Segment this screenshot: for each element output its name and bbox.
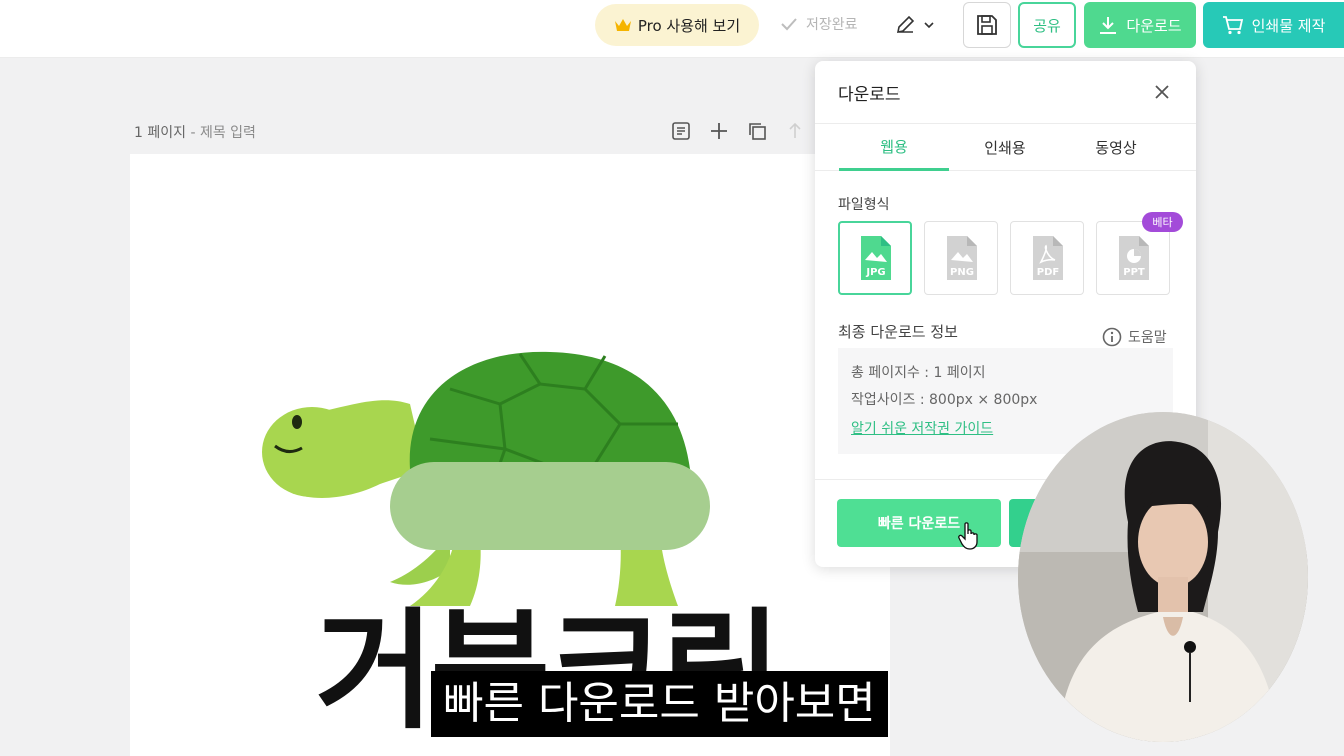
file-format-label: 파일형식 bbox=[838, 197, 890, 213]
copyright-guide-link[interactable]: 알기 쉬운 저작권 가이드 bbox=[851, 418, 993, 438]
save-button[interactable] bbox=[963, 2, 1011, 48]
floppy-disk-icon bbox=[977, 15, 997, 35]
pro-trial-button[interactable]: Pro 사용해 보기 bbox=[595, 4, 759, 46]
close-icon bbox=[1155, 85, 1169, 99]
cart-icon bbox=[1222, 16, 1243, 35]
tab-web[interactable]: 웹용 bbox=[839, 124, 949, 171]
add-page-button[interactable] bbox=[708, 120, 730, 142]
page-title-row: 1 페이지 - 제목 입력 bbox=[134, 122, 256, 142]
tab-video[interactable]: 동영상 bbox=[1061, 124, 1171, 171]
memo-icon bbox=[672, 122, 690, 140]
print-order-label: 인쇄물 제작 bbox=[1251, 16, 1326, 35]
plus-icon bbox=[711, 123, 727, 139]
arrow-up-icon bbox=[789, 122, 801, 138]
crown-icon bbox=[614, 19, 631, 31]
presenter-video bbox=[1018, 412, 1308, 742]
format-png-option[interactable]: PNG bbox=[924, 221, 998, 295]
chevron-down-icon bbox=[924, 22, 934, 29]
format-jpg-option[interactable]: JPG bbox=[838, 221, 912, 295]
png-file-icon: PNG bbox=[947, 236, 977, 280]
ppt-file-icon: PPT bbox=[1119, 236, 1149, 280]
pdf-file-icon: PDF bbox=[1033, 236, 1063, 280]
page-title-input[interactable]: 제목 입력 bbox=[200, 125, 256, 141]
hand-cursor-icon bbox=[958, 522, 978, 550]
jpg-file-icon: JPG bbox=[861, 236, 891, 280]
total-pages-text: 총 페이지수 : 1 페이지 bbox=[851, 365, 986, 381]
tab-web-label: 웹용 bbox=[880, 137, 908, 156]
print-order-button[interactable]: 인쇄물 제작 bbox=[1203, 2, 1344, 48]
page-number: 1 페이지 bbox=[134, 125, 186, 141]
page-title-separator: - bbox=[186, 125, 200, 141]
check-icon bbox=[781, 18, 797, 31]
download-type-tabs: 웹용 인쇄용 동영상 bbox=[815, 123, 1196, 171]
page-memo-button[interactable] bbox=[670, 120, 692, 142]
help-label: 도움말 bbox=[1128, 330, 1167, 346]
design-canvas[interactable]: 거북크림 bbox=[130, 154, 890, 756]
info-icon bbox=[1102, 327, 1122, 347]
beta-badge: 베타 bbox=[1142, 212, 1183, 232]
jpg-file-label: JPG bbox=[865, 267, 885, 278]
download-label: 다운로드 bbox=[1126, 16, 1182, 35]
pdf-file-label: PDF bbox=[1037, 267, 1059, 278]
download-icon bbox=[1100, 17, 1117, 34]
edit-mode-menu[interactable] bbox=[894, 10, 944, 40]
help-link[interactable]: 도움말 bbox=[1102, 327, 1167, 347]
work-size-text: 작업사이즈 : 800px × 800px bbox=[851, 392, 1038, 408]
copy-icon bbox=[749, 123, 766, 140]
share-label: 공유 bbox=[1033, 16, 1061, 35]
video-subtitle: 빠른 다운로드 받아보면 bbox=[431, 671, 888, 737]
ppt-file-label: PPT bbox=[1123, 267, 1145, 278]
format-ppt-option[interactable]: PPT bbox=[1096, 221, 1170, 295]
download-button[interactable]: 다운로드 bbox=[1084, 2, 1196, 48]
duplicate-page-button[interactable] bbox=[746, 120, 768, 142]
png-file-label: PNG bbox=[950, 267, 974, 278]
save-status: 저장완료 bbox=[780, 12, 858, 36]
turtle-illustration bbox=[262, 351, 710, 606]
tab-print-label: 인쇄용 bbox=[984, 139, 1026, 157]
tab-video-label: 동영상 bbox=[1095, 139, 1137, 157]
top-toolbar: Pro 사용해 보기 저장완료 공유 다운로드 인쇄물 제작 bbox=[0, 0, 1344, 58]
panel-title: 다운로드 bbox=[838, 85, 901, 105]
move-page-up-button[interactable] bbox=[784, 120, 806, 142]
pro-trial-label: Pro 사용해 보기 bbox=[637, 16, 741, 35]
share-button[interactable]: 공유 bbox=[1018, 2, 1076, 48]
save-status-label: 저장완료 bbox=[806, 17, 858, 33]
webcam-overlay bbox=[1018, 412, 1308, 742]
quick-download-label: 빠른 다운로드 bbox=[877, 516, 961, 532]
format-pdf-option[interactable]: PDF bbox=[1010, 221, 1084, 295]
tab-print[interactable]: 인쇄용 bbox=[950, 124, 1060, 171]
pencil-icon bbox=[896, 15, 915, 34]
download-info-label: 최종 다운로드 정보 bbox=[838, 323, 958, 341]
close-button[interactable] bbox=[1149, 79, 1175, 105]
